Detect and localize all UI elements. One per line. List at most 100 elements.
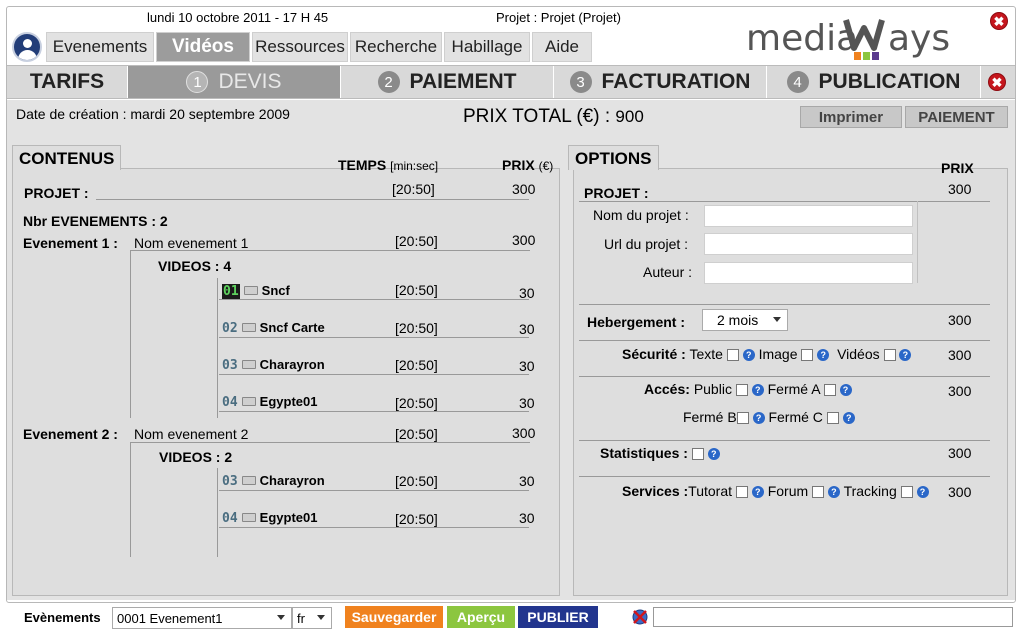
preview-button[interactable]: Aperçu	[447, 606, 515, 628]
step-devis[interactable]: 1 DEVIS	[128, 66, 341, 98]
services-label: Services :	[622, 483, 689, 499]
projet-time: [20:50]	[392, 181, 435, 197]
help-icon[interactable]: ?	[899, 349, 912, 362]
securite-texte-checkbox[interactable]	[726, 349, 739, 362]
help-icon[interactable]: ?	[751, 384, 764, 397]
services-tracking-checkbox[interactable]	[900, 486, 913, 499]
stats-checkbox[interactable]	[691, 448, 704, 461]
step-publication-label: PUBLICATION	[818, 70, 961, 93]
tab-habillage[interactable]: Habillage	[444, 32, 530, 62]
video-number: 01	[222, 284, 240, 299]
tab-ressources[interactable]: Ressources	[252, 32, 348, 62]
help-icon[interactable]: ?	[916, 486, 929, 499]
step-facturation-label: FACTURATION	[601, 70, 751, 93]
print-button[interactable]: Imprimer	[800, 106, 902, 128]
divider	[579, 304, 990, 305]
event-select[interactable]: 0001 Evenement1	[112, 607, 292, 629]
tree-line	[217, 278, 218, 418]
video-item[interactable]: 03 Charayron	[222, 356, 325, 373]
acces-row-2: Fermé B ? Fermé C ?	[683, 409, 855, 425]
acces-ferme-b-checkbox[interactable]	[736, 412, 749, 425]
folder-icon	[241, 360, 256, 369]
hebergement-label: Hebergement :	[587, 314, 686, 330]
video-item[interactable]: 04 Egypte01	[222, 393, 317, 410]
chevron-down-icon	[277, 615, 285, 620]
step-publication[interactable]: 4 PUBLICATION	[767, 66, 981, 98]
auteur-input[interactable]	[704, 262, 913, 284]
contenus-panel	[12, 168, 560, 596]
video-item[interactable]: 03 Charayron	[222, 472, 325, 489]
no-record-icon[interactable]	[631, 608, 649, 626]
temps-header-label: TEMPS	[338, 157, 387, 173]
services-tracking-label: Tracking	[843, 483, 897, 499]
event-label: Evenement 1 :	[23, 235, 118, 251]
event-price: 300	[512, 232, 536, 248]
folder-icon	[243, 286, 258, 295]
video-item[interactable]: 01 Sncf	[222, 282, 290, 299]
url-projet-input[interactable]	[704, 233, 913, 255]
stats-price: 300	[948, 445, 972, 461]
step-number-icon: 4	[786, 71, 809, 93]
step-number-icon: 2	[377, 71, 400, 93]
acces-public-checkbox[interactable]	[735, 384, 748, 397]
close-app-icon[interactable]: ✖	[990, 12, 1008, 30]
acces-label: Accés:	[644, 381, 690, 397]
acces-ferme-a-checkbox[interactable]	[823, 384, 836, 397]
help-icon[interactable]: ?	[827, 486, 840, 499]
options-projet-label: PROJET :	[584, 185, 649, 201]
save-button[interactable]: Sauvegarder	[345, 606, 443, 628]
publish-button[interactable]: PUBLIER	[518, 606, 598, 628]
help-icon[interactable]: ?	[842, 412, 855, 425]
options-title: OPTIONS	[568, 145, 659, 170]
divider	[219, 299, 529, 300]
stats-label: Statistiques :	[600, 445, 688, 461]
status-field[interactable]	[653, 607, 1013, 627]
total-price-value: 900	[615, 107, 644, 126]
help-icon[interactable]: ?	[742, 349, 755, 362]
help-icon[interactable]: ?	[752, 412, 765, 425]
video-time: [20:50]	[395, 395, 438, 411]
video-time: [20:50]	[395, 320, 438, 336]
close-devis-icon[interactable]: ✖	[988, 73, 1006, 91]
acces-public-label: Public	[693, 381, 732, 397]
services-tutorat-checkbox[interactable]	[735, 486, 748, 499]
help-icon[interactable]: ?	[839, 384, 852, 397]
help-icon[interactable]: ?	[751, 486, 764, 499]
step-facturation[interactable]: 3 FACTURATION	[554, 66, 767, 98]
services-forum-checkbox[interactable]	[812, 486, 825, 499]
securite-videos-checkbox[interactable]	[883, 349, 896, 362]
tab-recherche[interactable]: Recherche	[350, 32, 442, 62]
acces-price: 300	[948, 383, 972, 399]
total-price-label: PRIX TOTAL (€) :	[463, 106, 611, 127]
svg-text:media: media	[746, 18, 858, 59]
help-icon[interactable]: ?	[817, 349, 830, 362]
services-forum-label: Forum	[767, 483, 809, 499]
language-select[interactable]: fr	[292, 607, 332, 629]
step-tarifs[interactable]: TARIFS	[7, 66, 128, 98]
securite-image-checkbox[interactable]	[801, 349, 814, 362]
acces-ferme-a-label: Fermé A	[767, 381, 820, 397]
video-item[interactable]: 04 Egypte01	[222, 509, 317, 526]
event-time: [20:50]	[395, 233, 438, 249]
bottom-events-label: Evènements	[24, 610, 101, 625]
hebergement-select[interactable]: 2 mois	[702, 309, 788, 331]
mediaways-logo: media ays	[746, 12, 966, 64]
event-label: Evenement 2 :	[23, 426, 118, 442]
payment-button[interactable]: PAIEMENT	[905, 106, 1008, 128]
url-projet-label: Url du projet :	[604, 236, 689, 252]
video-item[interactable]: 02 Sncf Carte	[222, 319, 325, 336]
tab-evenements[interactable]: Evenements	[46, 32, 154, 62]
step-paiement[interactable]: 2 PAIEMENT	[341, 66, 554, 98]
videos-count: VIDEOS : 4	[158, 258, 232, 274]
tab-aide[interactable]: Aide	[532, 32, 592, 62]
services-price: 300	[948, 484, 972, 500]
video-number: 04	[222, 395, 238, 410]
acces-ferme-b-label: Fermé B	[683, 409, 737, 425]
acces-ferme-c-checkbox[interactable]	[826, 412, 839, 425]
tab-videos[interactable]: Vidéos	[156, 32, 250, 62]
nom-projet-input[interactable]	[704, 205, 913, 227]
user-avatar-icon[interactable]	[12, 32, 42, 62]
tree-line	[130, 250, 131, 418]
video-name: Egypte01	[259, 510, 318, 525]
help-icon[interactable]: ?	[707, 448, 720, 461]
